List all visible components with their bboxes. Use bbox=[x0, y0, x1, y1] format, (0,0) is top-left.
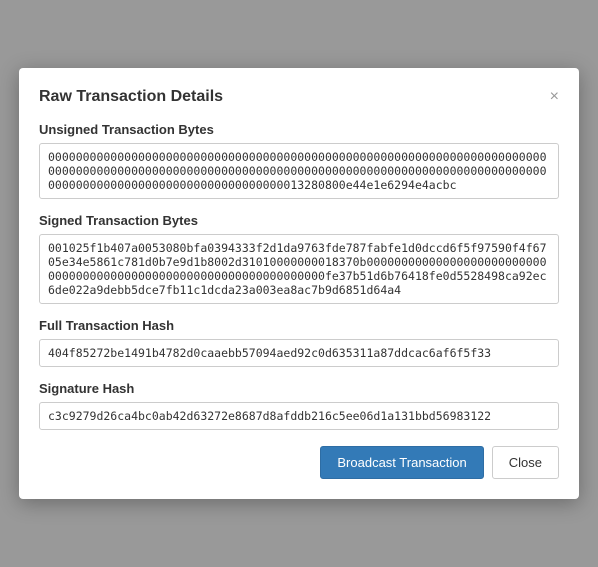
sig-hash-label: Signature Hash bbox=[39, 381, 559, 396]
full-hash-value[interactable]: 404f85272be1491b4782d0caaebb57094aed92c0… bbox=[39, 339, 559, 367]
broadcast-transaction-button[interactable]: Broadcast Transaction bbox=[320, 446, 483, 479]
full-hash-section: Full Transaction Hash 404f85272be1491b47… bbox=[39, 318, 559, 367]
unsigned-bytes-section: Unsigned Transaction Bytes 0000000000000… bbox=[39, 122, 559, 199]
modal-title: Raw Transaction Details bbox=[39, 88, 223, 106]
unsigned-bytes-label: Unsigned Transaction Bytes bbox=[39, 122, 559, 137]
sig-hash-value[interactable]: c3c9279d26ca4bc0ab42d63272e8687d8afddb21… bbox=[39, 402, 559, 430]
unsigned-bytes-value[interactable]: 0000000000000000000000000000000000000000… bbox=[39, 143, 559, 199]
sig-hash-section: Signature Hash c3c9279d26ca4bc0ab42d6327… bbox=[39, 381, 559, 430]
modal-header: Raw Transaction Details × bbox=[39, 88, 559, 106]
close-x-button[interactable]: × bbox=[550, 89, 559, 105]
modal-footer: Broadcast Transaction Close bbox=[39, 446, 559, 479]
signed-bytes-label: Signed Transaction Bytes bbox=[39, 213, 559, 228]
full-hash-label: Full Transaction Hash bbox=[39, 318, 559, 333]
raw-transaction-modal: Raw Transaction Details × Unsigned Trans… bbox=[19, 68, 579, 499]
signed-bytes-value[interactable]: 001025f1b407a0053080bfa0394333f2d1da9763… bbox=[39, 234, 559, 304]
signed-bytes-section: Signed Transaction Bytes 001025f1b407a00… bbox=[39, 213, 559, 304]
close-button[interactable]: Close bbox=[492, 446, 559, 479]
